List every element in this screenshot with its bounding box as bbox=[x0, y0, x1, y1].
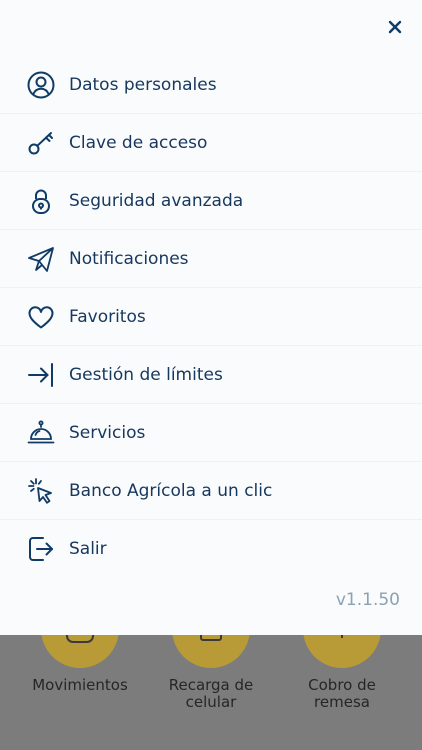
settings-drawer: Datos personales Clave de acceso Segurid… bbox=[0, 0, 422, 635]
menu-item-label: Favoritos bbox=[69, 306, 146, 327]
menu-item-seguridad-avanzada[interactable]: Seguridad avanzada bbox=[0, 172, 422, 230]
logout-icon bbox=[26, 534, 56, 564]
menu-item-label: Banco Agrícola a un clic bbox=[69, 480, 273, 501]
click-pointer-icon bbox=[26, 476, 56, 506]
menu-item-banco-agricola-clic[interactable]: Banco Agrícola a un clic bbox=[0, 462, 422, 520]
menu-item-datos-personales[interactable]: Datos personales bbox=[0, 56, 422, 114]
menu-item-label: Servicios bbox=[69, 422, 146, 443]
menu-item-label: Salir bbox=[69, 539, 107, 559]
lock-icon bbox=[26, 186, 56, 216]
close-icon bbox=[388, 20, 402, 34]
arrow-to-bar-icon bbox=[26, 360, 56, 390]
menu-item-label: Clave de acceso bbox=[69, 132, 208, 153]
drawer-menu: Datos personales Clave de acceso Segurid… bbox=[0, 56, 422, 578]
menu-item-notificaciones[interactable]: Notificaciones bbox=[0, 230, 422, 288]
user-circle-icon bbox=[26, 70, 56, 100]
menu-item-label: Notificaciones bbox=[69, 248, 189, 269]
recarga-celular-label: Recarga de celular bbox=[168, 676, 254, 711]
menu-item-servicios[interactable]: Servicios bbox=[0, 404, 422, 462]
service-bell-icon bbox=[26, 418, 56, 448]
menu-item-label: Datos personales bbox=[69, 74, 217, 95]
menu-item-salir[interactable]: Salir bbox=[0, 520, 422, 578]
key-icon bbox=[26, 128, 56, 158]
menu-item-clave-acceso[interactable]: Clave de acceso bbox=[0, 114, 422, 172]
app-version: v1.1.50 bbox=[335, 590, 400, 610]
close-button[interactable] bbox=[386, 18, 404, 36]
cobro-remesa-label: Cobro de remesa bbox=[308, 676, 376, 711]
paper-plane-icon bbox=[26, 244, 56, 274]
menu-item-label: Seguridad avanzada bbox=[69, 190, 244, 211]
menu-item-gestion-limites[interactable]: Gestión de límites bbox=[0, 346, 422, 404]
menu-item-favoritos[interactable]: Favoritos bbox=[0, 288, 422, 346]
menu-item-label: Gestión de límites bbox=[69, 364, 223, 385]
movimientos-label: Movimientos bbox=[32, 676, 128, 694]
heart-icon bbox=[26, 302, 56, 332]
